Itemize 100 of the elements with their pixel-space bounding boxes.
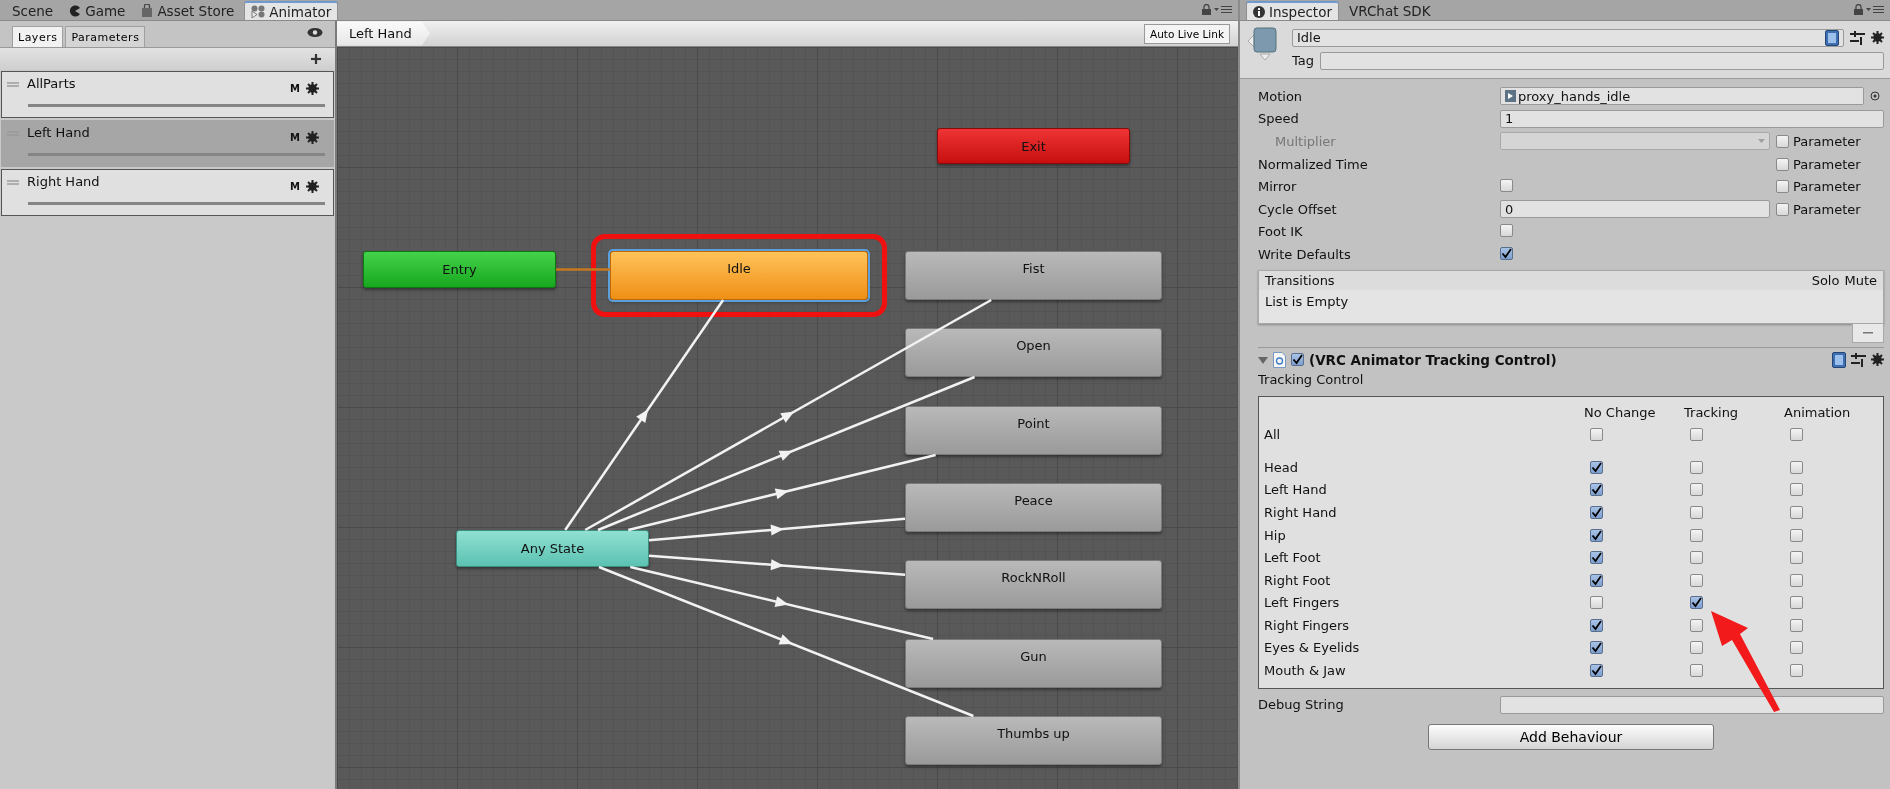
transition-arrow[interactable]	[630, 565, 934, 641]
checkbox[interactable]	[1790, 551, 1803, 565]
editor-tab[interactable]: Scene	[6, 1, 60, 20]
state-node[interactable]: Thumbs up	[905, 716, 1162, 765]
name-field[interactable]: Idle	[1292, 28, 1844, 47]
checkbox[interactable]	[1590, 528, 1603, 542]
checkbox[interactable]	[1690, 428, 1703, 442]
checkbox[interactable]	[1690, 528, 1703, 542]
object-picker-icon[interactable]	[1870, 91, 1880, 102]
checkbox[interactable]	[1776, 180, 1789, 194]
live-link-button[interactable]: Auto Live Link	[1144, 23, 1230, 44]
menu-icon[interactable]	[1866, 5, 1884, 14]
checkbox[interactable]	[1590, 573, 1603, 587]
checkbox[interactable]	[1790, 483, 1803, 497]
settings-icon[interactable]	[306, 131, 319, 144]
transition-arrow[interactable]	[597, 375, 976, 532]
checkbox[interactable]	[1500, 223, 1513, 237]
motion-field[interactable]: proxy_hands_idle	[1500, 87, 1864, 106]
debug-field[interactable]	[1500, 695, 1884, 714]
checkbox[interactable]	[1690, 641, 1703, 655]
add-behaviour-button[interactable]: Add Behaviour	[1428, 723, 1714, 750]
checkbox[interactable]	[1690, 596, 1703, 610]
state-node[interactable]: Open	[905, 328, 1162, 377]
checkbox[interactable]	[1590, 551, 1603, 565]
checkbox[interactable]	[1590, 664, 1603, 678]
checkbox[interactable]	[1690, 618, 1703, 632]
state-node[interactable]: Peace	[905, 483, 1162, 532]
state-node[interactable]: Any State	[456, 530, 649, 567]
transition-arrow[interactable]	[584, 298, 992, 532]
layer-item[interactable]: Left Hand M	[1, 120, 334, 167]
panel-tab[interactable]: Layers	[12, 26, 64, 47]
checkbox[interactable]	[1590, 505, 1603, 519]
transition-arrow[interactable]	[564, 299, 725, 531]
checkbox[interactable]	[1690, 483, 1703, 497]
number-field[interactable]: 1	[1500, 109, 1884, 128]
breadcrumb[interactable]: Left Hand	[337, 21, 430, 46]
checkbox[interactable]	[1776, 157, 1789, 171]
checkbox[interactable]	[1690, 573, 1703, 587]
state-node[interactable]: Entry	[363, 251, 556, 288]
mask-label[interactable]: M	[290, 83, 300, 94]
transition-arrow[interactable]	[648, 554, 906, 576]
checkbox[interactable]	[1590, 428, 1603, 442]
mask-label[interactable]: M	[290, 132, 300, 143]
enable-checkbox[interactable]	[1291, 353, 1304, 367]
state-node[interactable]: Exit	[937, 128, 1130, 164]
presets-icon[interactable]	[1850, 30, 1865, 45]
presets-icon[interactable]	[1851, 352, 1866, 367]
checkbox[interactable]	[1590, 618, 1603, 632]
checkbox[interactable]	[1790, 428, 1803, 442]
checkbox[interactable]	[1776, 202, 1789, 216]
checkbox[interactable]	[1690, 551, 1703, 565]
checkbox[interactable]	[1790, 641, 1803, 655]
transition-arrow[interactable]	[628, 453, 936, 532]
settings-icon[interactable]	[306, 82, 319, 95]
checkbox[interactable]	[1790, 618, 1803, 632]
state-node[interactable]: Fist	[905, 251, 1162, 300]
checkbox[interactable]	[1790, 596, 1803, 610]
editor-tab[interactable]: Game	[63, 1, 132, 20]
checkbox[interactable]	[1590, 596, 1603, 610]
layer-item[interactable]: Right Hand M	[1, 169, 334, 216]
lock-icon[interactable]	[1854, 4, 1863, 15]
checkbox[interactable]	[1590, 641, 1603, 655]
layer-item[interactable]: AllParts M	[1, 71, 334, 118]
number-field[interactable]: 0	[1500, 200, 1770, 219]
checkbox[interactable]	[1690, 460, 1703, 474]
settings-icon[interactable]	[1871, 31, 1884, 44]
state-node[interactable]: Point	[905, 406, 1162, 455]
mask-label[interactable]: M	[290, 181, 300, 192]
editor-tab[interactable]: Animator	[244, 1, 339, 20]
state-node[interactable]: RockNRoll	[905, 560, 1162, 609]
checkbox[interactable]	[1500, 178, 1513, 192]
drag-handle-icon[interactable]	[7, 82, 19, 87]
tag-field[interactable]	[1320, 51, 1884, 70]
transition-arrow[interactable]	[598, 565, 974, 718]
foldout-icon[interactable]	[1258, 354, 1268, 365]
checkbox[interactable]	[1500, 246, 1513, 260]
state-node[interactable]: Idle	[610, 251, 868, 300]
transition-arrow[interactable]	[648, 517, 906, 542]
lock-icon[interactable]	[1202, 4, 1211, 15]
checkbox[interactable]	[1690, 664, 1703, 678]
checkbox[interactable]	[1590, 460, 1603, 474]
settings-icon[interactable]	[306, 180, 319, 193]
checkbox[interactable]	[1690, 505, 1703, 519]
checkbox[interactable]	[1790, 528, 1803, 542]
add-icon[interactable]	[311, 54, 321, 64]
menu-icon[interactable]	[1214, 5, 1232, 14]
state-node[interactable]: Gun	[905, 639, 1162, 688]
drag-handle-icon[interactable]	[7, 180, 19, 185]
checkbox[interactable]	[1790, 664, 1803, 678]
settings-icon[interactable]	[1871, 353, 1884, 367]
panel-tab[interactable]: Parameters	[65, 26, 146, 47]
checkbox[interactable]	[1790, 460, 1803, 474]
empty-list-text: List is Empty	[1265, 293, 1349, 309]
eye-icon[interactable]	[307, 27, 323, 38]
editor-tab[interactable]: Asset Store	[135, 1, 241, 20]
inspector-tab[interactable]: VRChat SDK	[1343, 1, 1437, 20]
checkbox[interactable]	[1590, 483, 1603, 497]
checkbox[interactable]	[1790, 505, 1803, 519]
inspector-tab[interactable]: Inspector	[1246, 1, 1339, 20]
checkbox[interactable]	[1790, 573, 1803, 587]
